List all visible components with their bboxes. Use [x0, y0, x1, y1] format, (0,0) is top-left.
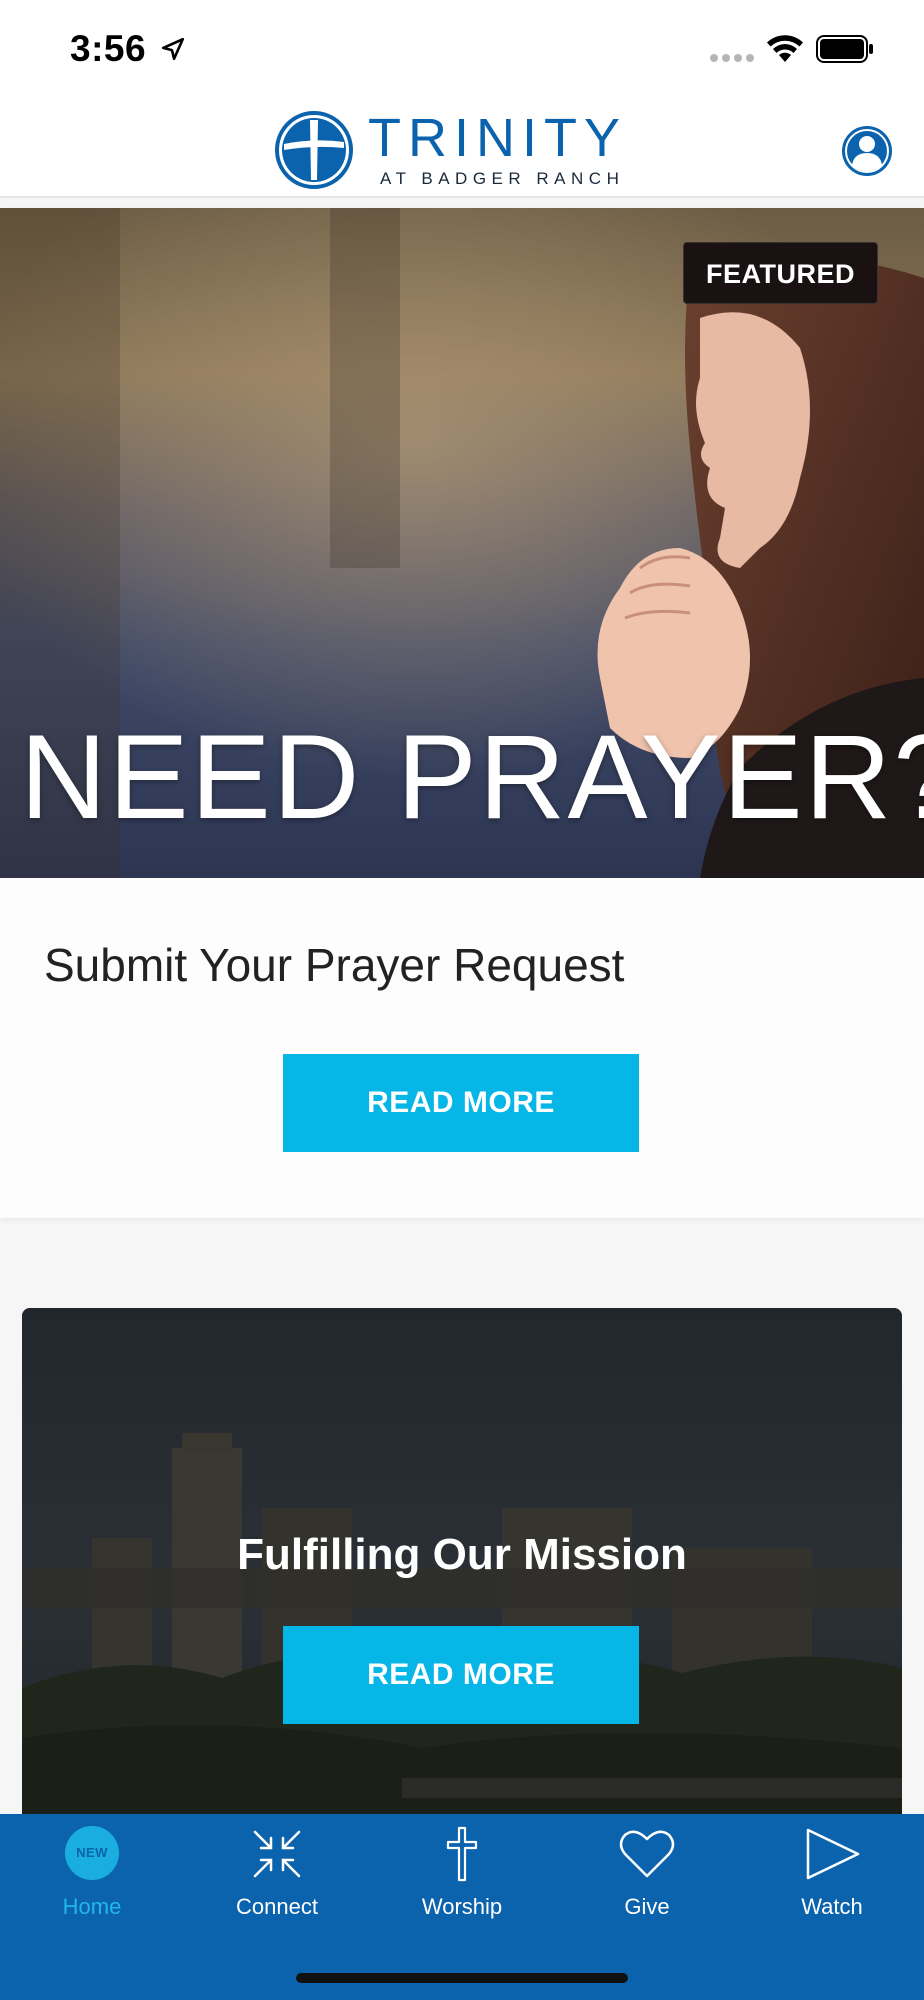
- mission-read-more-button[interactable]: READ MORE: [283, 1626, 639, 1724]
- tab-watch[interactable]: Watch: [740, 1814, 924, 1944]
- svg-text:AT BADGER RANCH: AT BADGER RANCH: [380, 169, 624, 188]
- heart-icon: [619, 1830, 675, 1878]
- cross-icon: [446, 1826, 478, 1882]
- featured-image: FEATURED NEED PRAYER?: [0, 208, 924, 878]
- tab-worship[interactable]: Worship: [370, 1814, 554, 1944]
- tab-connect[interactable]: Connect: [185, 1814, 369, 1944]
- mission-card[interactable]: Fulfilling Our Mission READ MORE: [22, 1308, 902, 1868]
- wifi-icon: [767, 35, 803, 62]
- svg-text:TRINITY: TRINITY: [368, 108, 627, 168]
- tab-worship-label: Worship: [421, 1894, 503, 1919]
- play-icon: [806, 1828, 860, 1880]
- tab-give-label: Give: [624, 1894, 670, 1919]
- status-bar: 3:56: [0, 0, 924, 100]
- tab-connect-label: Connect: [236, 1894, 318, 1919]
- profile-icon[interactable]: [840, 124, 894, 178]
- battery-icon: [816, 35, 873, 63]
- mission-title: Fulfilling Our Mission: [237, 1530, 687, 1579]
- connect-arrows-icon: [253, 1830, 301, 1878]
- app-header: TRINITY AT BADGER RANCH: [0, 100, 924, 198]
- featured-title: Submit Your Prayer Request: [44, 939, 625, 991]
- hero-image-text: NEED PRAYER?: [20, 710, 924, 844]
- featured-read-more-button[interactable]: READ MORE: [283, 1054, 639, 1152]
- location-arrow-icon: [161, 37, 185, 61]
- bottom-tab-bar: NEW Home Connect Worship Give Watch: [0, 1814, 924, 2000]
- home-indicator[interactable]: [296, 1973, 628, 1983]
- city-skyline-photo: [22, 1308, 902, 1868]
- cellular-signal-icon: [710, 54, 754, 62]
- featured-card[interactable]: FEATURED NEED PRAYER? Submit Your Prayer…: [0, 208, 924, 1218]
- trinity-logo[interactable]: TRINITY AT BADGER RANCH: [274, 108, 654, 192]
- tab-give[interactable]: Give: [555, 1814, 739, 1944]
- featured-badge: FEATURED: [683, 242, 878, 304]
- app-screen: 3:56 TRINITY AT BADGER RANCH FEATURED NE…: [0, 0, 924, 2000]
- tab-home-label: Home: [62, 1894, 122, 1919]
- status-time: 3:56: [70, 28, 147, 69]
- new-badge-icon: NEW: [65, 1826, 119, 1880]
- tab-watch-label: Watch: [801, 1894, 863, 1919]
- tab-home[interactable]: NEW Home: [0, 1814, 184, 1944]
